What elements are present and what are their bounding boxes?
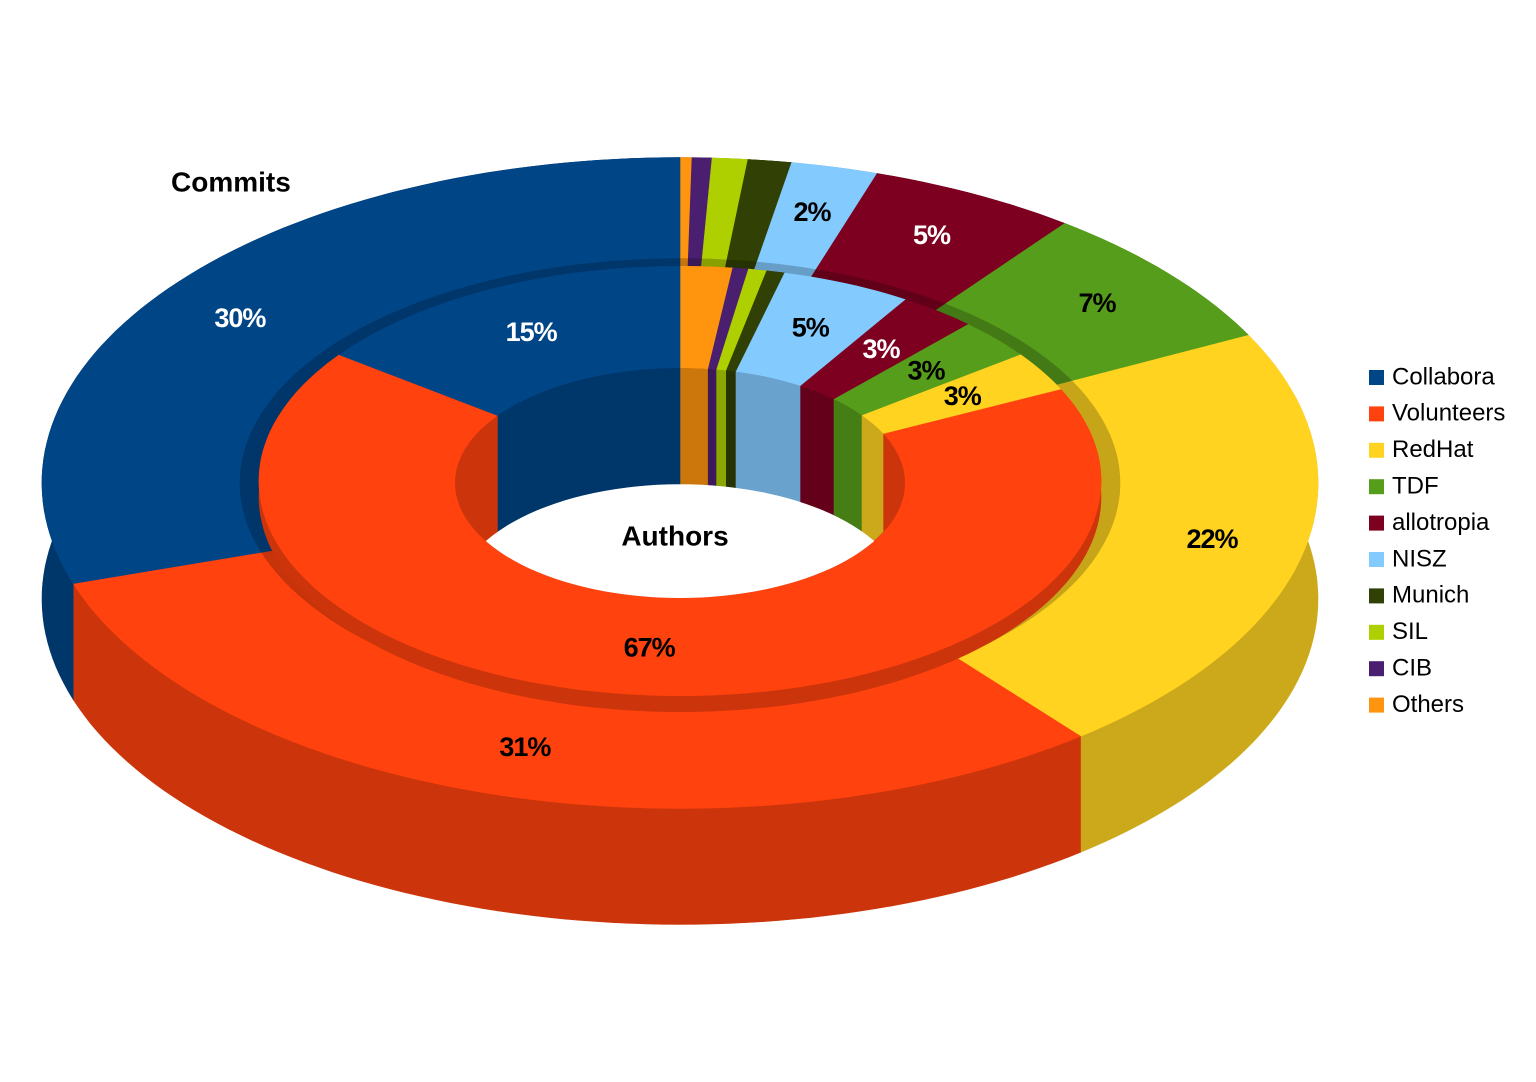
- legend-swatch: [1369, 697, 1384, 713]
- legend-item-sil: SIL: [1369, 618, 1428, 645]
- legend: Collabora Volunteers RedHat TDF allotropia NI…: [1369, 363, 1505, 718]
- authors-label-volunteers: 67%: [624, 633, 676, 663]
- commits-label-tdf: 7%: [1078, 288, 1116, 318]
- legend-label: Munich: [1392, 582, 1469, 609]
- authors-label-nisz: 5%: [792, 313, 830, 343]
- legend-swatch: [1369, 406, 1384, 422]
- legend-label: CIB: [1392, 655, 1432, 682]
- legend-item-collabora: Collabora: [1369, 363, 1495, 390]
- legend-label: RedHat: [1392, 436, 1474, 463]
- commits-label-nisz: 2%: [793, 197, 831, 227]
- hole-wall-sil: [716, 369, 727, 488]
- legend-swatch: [1369, 588, 1384, 604]
- hole-wall-others: [679, 368, 709, 486]
- legend-swatch: [1369, 515, 1384, 531]
- legend-label: Collabora: [1392, 363, 1495, 390]
- legend-item-others: Others: [1369, 691, 1464, 718]
- authors-label-allotropia: 3%: [862, 334, 900, 364]
- legend-item-redhat: RedHat: [1369, 436, 1474, 463]
- legend-label: SIL: [1392, 618, 1428, 645]
- legend-item-munich: Munich: [1369, 582, 1469, 609]
- donut-chart: 2%5%7%22%31%30% 5%3%3%3%67%15% Commits Au…: [41, 157, 1505, 925]
- commits-label-redhat: 22%: [1186, 524, 1238, 554]
- legend-swatch: [1369, 624, 1384, 640]
- commits-title: Commits: [171, 166, 291, 197]
- legend-item-allotropia: allotropia: [1369, 509, 1490, 536]
- legend-label: NISZ: [1392, 545, 1447, 572]
- hole-wall-tdf: [833, 398, 863, 533]
- legend-swatch: [1369, 552, 1384, 567]
- legend-label: allotropia: [1392, 509, 1490, 536]
- hole-wall-cib: [707, 368, 717, 487]
- hole-wall-redhat: [861, 415, 884, 551]
- commits-label-collabora: 30%: [214, 303, 266, 333]
- authors-label-tdf: 3%: [907, 356, 945, 386]
- legend-swatch: [1369, 479, 1384, 495]
- legend-swatch: [1369, 442, 1384, 458]
- legend-label: TDF: [1392, 473, 1439, 500]
- authors-label-redhat: 3%: [944, 381, 982, 411]
- hole-wall-allotropia: [800, 385, 835, 516]
- authors-label-collabora: 15%: [506, 317, 558, 347]
- authors-title: Authors: [621, 520, 728, 551]
- legend-item-volunteers: Volunteers: [1369, 400, 1505, 427]
- commits-label-volunteers: 31%: [499, 732, 551, 762]
- legend-label: Others: [1392, 691, 1464, 718]
- legend-item-tdf: TDF: [1369, 473, 1439, 500]
- legend-label: Volunteers: [1392, 400, 1505, 427]
- legend-swatch: [1369, 370, 1384, 385]
- commits-label-allotropia: 5%: [913, 220, 951, 250]
- legend-item-cib: CIB: [1369, 655, 1432, 682]
- legend-item-nisz: NISZ: [1369, 545, 1447, 572]
- legend-swatch: [1369, 661, 1384, 677]
- hole-wall-nisz: [735, 371, 801, 503]
- hole-wall-munich: [726, 370, 737, 489]
